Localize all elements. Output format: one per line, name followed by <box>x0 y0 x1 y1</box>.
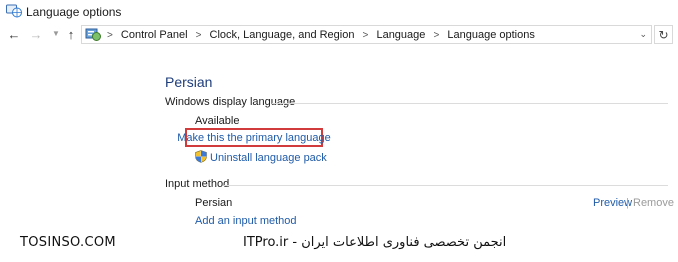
breadcrumb-language-options[interactable]: Language options <box>447 29 534 41</box>
breadcrumb: > Control Panel > Clock, Language, and R… <box>102 29 535 41</box>
refresh-icon[interactable]: ↻ <box>654 25 673 44</box>
input-method-heading: Input method <box>165 178 230 190</box>
breadcrumb-language[interactable]: Language <box>376 29 425 41</box>
main-content: Persian Windows display language Availab… <box>0 48 678 262</box>
window-title: Language options <box>26 5 122 19</box>
display-language-status: Available <box>195 115 240 127</box>
address-bar[interactable]: > Control Panel > Clock, Language, and R… <box>81 25 652 44</box>
control-panel-icon <box>85 28 101 41</box>
breadcrumb-separator: > <box>362 30 369 41</box>
breadcrumb-separator: > <box>107 30 113 41</box>
language-options-icon <box>6 4 22 18</box>
breadcrumb-separator: > <box>433 30 440 41</box>
section-divider <box>272 103 668 104</box>
up-icon[interactable]: ↑ <box>63 26 79 42</box>
uninstall-language-pack-link[interactable]: Uninstall language pack <box>195 150 327 164</box>
watermark-right: ITPro.ir - انجمن تخصصی فناوری اطلاعات ای… <box>243 235 507 250</box>
display-language-heading: Windows display language <box>165 96 296 108</box>
recent-locations-chevron-icon[interactable]: ▼ <box>48 26 64 42</box>
address-dropdown-chevron-icon[interactable]: ⌄ <box>639 29 647 40</box>
uninstall-language-pack-label: Uninstall language pack <box>210 152 327 164</box>
add-input-method-link[interactable]: Add an input method <box>195 215 297 227</box>
watermark-left: TOSINSO.COM <box>20 235 116 250</box>
breadcrumb-control-panel[interactable]: Control Panel <box>121 29 188 41</box>
link-separator: | <box>626 197 629 209</box>
input-method-item-name: Persian <box>195 197 233 209</box>
breadcrumb-separator: > <box>195 30 202 41</box>
title-bar: Language options <box>0 0 678 22</box>
uac-shield-icon <box>195 150 207 163</box>
remove-link[interactable]: Remove <box>633 197 674 209</box>
back-icon[interactable]: ← <box>6 26 22 42</box>
forward-icon[interactable]: → <box>28 26 44 42</box>
make-primary-language-label: Make this the primary language <box>177 131 331 144</box>
breadcrumb-clock-language-region[interactable]: Clock, Language, and Region <box>210 29 355 41</box>
language-title: Persian <box>165 74 213 90</box>
navigation-bar: ← → ▼ ↑ > Control Panel > Clock, Languag… <box>0 24 678 46</box>
make-primary-language-link[interactable]: Make this the primary language <box>177 128 331 147</box>
section-divider <box>224 185 668 186</box>
